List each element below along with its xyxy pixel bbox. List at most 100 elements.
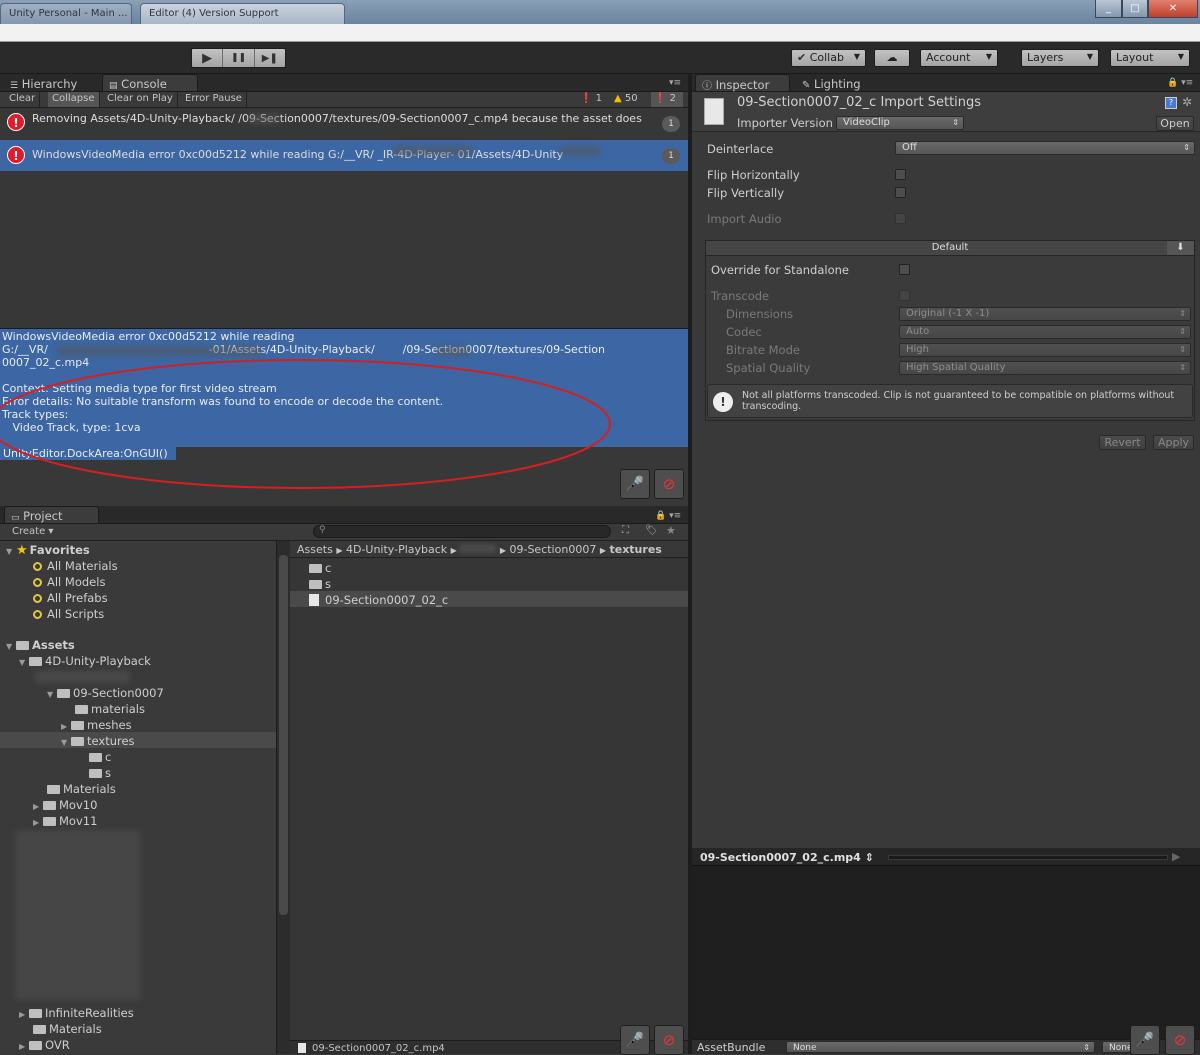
close-button[interactable]: ✕ (1148, 0, 1198, 18)
download-icon[interactable]: ⬇ (1167, 241, 1194, 255)
dimensions-dropdown[interactable]: Original (-1 X -1) ⇕ (899, 307, 1191, 321)
warning-count-toggle[interactable]: ▲ 50 (614, 93, 638, 104)
tab-project[interactable]: ▭ Project (4, 506, 99, 523)
folder-s[interactable]: s (89, 765, 111, 781)
play-button[interactable]: ▶ (192, 49, 224, 67)
tab-label: Editor (4) Version Support (149, 8, 279, 19)
override-checkbox[interactable] (899, 264, 910, 275)
open-button[interactable]: Open (1156, 116, 1194, 131)
scrollbar-thumb[interactable] (279, 555, 288, 915)
tab-inspector[interactable]: ⓘ Inspector (695, 74, 790, 92)
browser-tab-2[interactable]: Editor (4) Version Support (140, 3, 345, 24)
gear-icon[interactable]: ✲ (1182, 95, 1192, 109)
list-item-selected[interactable]: 09-Section0007_02_c (309, 592, 448, 608)
preview-file-select[interactable]: 09-Section0007_02_c.mp4 ⇕ (700, 851, 874, 864)
tab-hierarchy[interactable]: ☰ Hierarchy (4, 75, 100, 92)
collab-button[interactable]: ✔ Collab ▼ (791, 49, 866, 67)
spatial-quality-dropdown[interactable]: High Spatial Quality ⇕ (899, 361, 1191, 375)
clear-button[interactable]: Clear (5, 92, 41, 107)
apply-button[interactable]: Apply (1153, 435, 1194, 450)
log-entry[interactable]: ! Removing Assets/4D-Unity-Playback/ /09… (0, 108, 688, 136)
list-item[interactable]: s (309, 576, 331, 592)
expand-icon: ▼ (47, 690, 54, 699)
filter-type-icon[interactable]: ⛶ (622, 525, 629, 536)
collapse-button[interactable]: Collapse (48, 92, 100, 107)
recording-blocked-button[interactable]: ⊘ (654, 469, 684, 499)
assetbundle-dropdown[interactable]: None ⇕ (786, 1041, 1095, 1053)
folder-ovr[interactable]: ▶ OVR (19, 1037, 70, 1053)
error-pause-button[interactable]: Error Pause (181, 92, 247, 107)
error-icon: ❗ (654, 93, 667, 104)
minimize-button[interactable]: _ (1095, 0, 1122, 18)
list-item[interactable]: c (309, 560, 331, 576)
search-input[interactable]: ⚲ (313, 525, 611, 538)
breadcrumb-textures[interactable]: textures (609, 543, 661, 556)
panel-menu-icon[interactable]: ▾≡ (669, 78, 681, 88)
favorite-all-materials[interactable]: All Materials (33, 558, 118, 574)
microphone-button[interactable]: 🎤 (620, 1025, 650, 1055)
flip-horizontally-checkbox[interactable] (895, 169, 906, 180)
error-count-toggle[interactable]: ❗ 2 (651, 92, 683, 107)
breadcrumb-section[interactable]: 09-Section0007 (509, 543, 596, 556)
platform-tab-default[interactable]: Default (705, 240, 1195, 256)
bitrate-mode-dropdown[interactable]: High ⇕ (899, 343, 1191, 357)
log-count-badge: 1 (662, 116, 680, 132)
deinterlace-dropdown[interactable]: Off ⇕ (895, 141, 1195, 155)
cloud-button[interactable]: ☁ (874, 49, 910, 67)
tab-console[interactable]: ▤ Console (102, 74, 198, 91)
favorite-all-models[interactable]: All Models (33, 574, 105, 590)
help-icon[interactable]: ? (1165, 97, 1177, 109)
folder-infinite-realities[interactable]: ▶ InfiniteRealities (19, 1005, 134, 1021)
revert-button[interactable]: Revert (1099, 435, 1146, 450)
favorites-header[interactable]: ▼ ★ Favorites (6, 542, 90, 558)
maximize-button[interactable]: □ (1122, 0, 1148, 18)
folder-c[interactable]: c (89, 749, 111, 765)
microphone-button[interactable]: 🎤 (620, 469, 650, 499)
folder-meshes[interactable]: ▶ meshes (61, 717, 132, 733)
folder-mov10[interactable]: ▶ Mov10 (33, 797, 97, 813)
recording-blocked-button[interactable]: ⊘ (654, 1025, 684, 1055)
favorite-all-scripts[interactable]: All Scripts (33, 606, 104, 622)
account-dropdown[interactable]: Account ▼ (920, 49, 998, 67)
breadcrumb-playback[interactable]: 4D-Unity-Playback (346, 543, 447, 556)
folder-4d-unity-playback[interactable]: ▼ 4D-Unity-Playback (19, 653, 151, 669)
recording-blocked-button[interactable]: ⊘ (1165, 1025, 1195, 1055)
folder-mov11[interactable]: ▶ Mov11 (33, 813, 97, 829)
preview-timeline[interactable] (888, 855, 1168, 860)
create-dropdown[interactable]: Create ▾ (8, 525, 57, 540)
tab-lighting[interactable]: ✎ Lighting (796, 75, 886, 92)
folder-materials[interactable]: materials (75, 701, 145, 717)
importer-version-dropdown[interactable]: VideoClip ⇕ (836, 116, 964, 130)
flip-vertically-checkbox[interactable] (895, 187, 906, 198)
lock-icon[interactable]: 🔒 ▾≡ (1167, 78, 1193, 88)
step-button[interactable]: ▶❚ (255, 49, 285, 67)
breadcrumb-assets[interactable]: Assets (297, 543, 333, 556)
layers-dropdown[interactable]: Layers ▼ (1021, 49, 1099, 67)
folder-materials-3[interactable]: Materials (33, 1021, 102, 1037)
preview-file-label: 09-Section0007_02_c.mp4 (700, 851, 861, 864)
layout-dropdown[interactable]: Layout ▼ (1110, 49, 1190, 67)
folder-materials-2[interactable]: Materials (47, 781, 116, 797)
assetbundle-variant-dropdown[interactable]: None (1102, 1041, 1132, 1053)
info-count-toggle[interactable]: ❗ 1 (580, 93, 602, 104)
tree-scrollbar[interactable] (276, 541, 290, 1054)
microphone-button[interactable]: 🎤 (1130, 1025, 1160, 1055)
breadcrumb-redacted[interactable] (460, 544, 497, 553)
folder-09-section0007[interactable]: ▼ 09-Section0007 (47, 685, 164, 701)
assets-root[interactable]: ▼ Assets (6, 637, 75, 653)
menu-bar (0, 24, 1200, 42)
lock-icon[interactable]: 🔒 ▾≡ (655, 511, 681, 521)
search-icon (33, 594, 42, 603)
transcode-checkbox[interactable] (899, 290, 910, 301)
play-icon: ▶ (202, 50, 213, 66)
play-preview-icon[interactable]: ▶ (1172, 850, 1192, 864)
filter-label-icon[interactable]: 🏷 (645, 525, 658, 536)
codec-dropdown[interactable]: Auto ⇕ (899, 325, 1191, 339)
import-audio-checkbox[interactable] (895, 213, 906, 224)
favorite-all-prefabs[interactable]: All Prefabs (33, 590, 108, 606)
clear-on-play-button[interactable]: Clear on Play (103, 92, 178, 107)
browser-tab-1[interactable]: Unity Personal - Main ... (0, 3, 132, 24)
favorite-star-icon[interactable]: ★ (666, 524, 676, 537)
folder-textures[interactable]: ▼ textures (61, 733, 135, 749)
pause-button[interactable]: ❚❚ (223, 49, 255, 67)
